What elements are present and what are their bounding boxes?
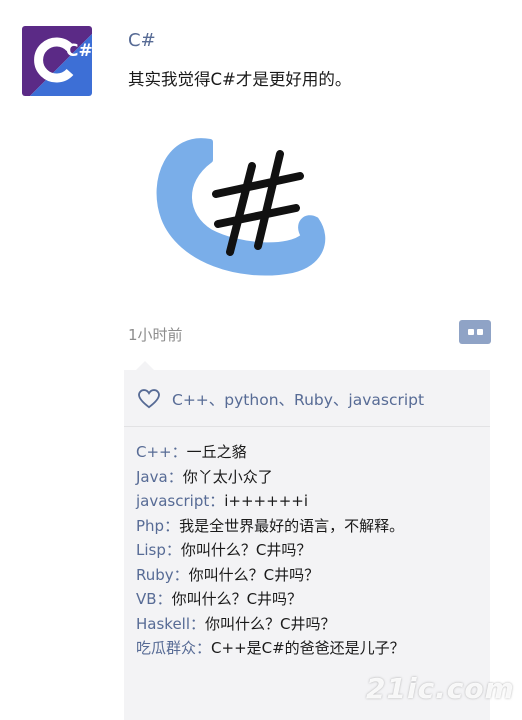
comment-item[interactable]: 吃瓜群众：C++是C#的爸爸还是儿子？ bbox=[136, 636, 482, 661]
comment-text: 你丫太小众了 bbox=[182, 467, 273, 486]
comment-text: 一丘之貉 bbox=[186, 443, 247, 461]
comment-separator: ： bbox=[167, 467, 183, 486]
comment-author[interactable]: Lisp bbox=[136, 541, 166, 559]
comment-item[interactable]: Java：你丫太小众了 bbox=[136, 465, 482, 490]
comment-text: 你叫什么？C井吗？ bbox=[180, 541, 312, 559]
comment-separator: ： bbox=[165, 541, 181, 559]
comment-text: 我是全世界最好的语言，不解释。 bbox=[179, 516, 405, 535]
comment-author[interactable]: Haskell bbox=[136, 615, 190, 633]
comment-separator: ： bbox=[173, 565, 189, 584]
comment-menu-button[interactable] bbox=[459, 320, 491, 344]
heart-icon bbox=[138, 389, 160, 409]
likes-names[interactable]: C++、python、Ruby、javascript bbox=[172, 388, 424, 410]
comment-author[interactable]: Java bbox=[136, 468, 168, 486]
comment-item[interactable]: Lisp：你叫什么？C井吗？ bbox=[136, 538, 482, 563]
comment-author[interactable]: VB bbox=[136, 590, 157, 608]
comment-text: 你叫什么？C井吗？ bbox=[171, 590, 303, 608]
comment-item[interactable]: C++：一丘之貉 bbox=[136, 440, 482, 465]
author-avatar[interactable]: C# bbox=[22, 26, 92, 96]
avatar-logo-text: C# bbox=[66, 41, 92, 61]
comment-author[interactable]: 吃瓜群众 bbox=[136, 639, 196, 657]
comment-text: i++++++i bbox=[224, 492, 308, 510]
likes-row: C++、python、Ruby、javascript bbox=[138, 388, 424, 410]
comment-item[interactable]: Haskell：你叫什么？C井吗？ bbox=[136, 612, 482, 637]
comment-author[interactable]: Php bbox=[136, 517, 164, 535]
comment-item[interactable]: javascript：i++++++i bbox=[136, 489, 482, 514]
comment-separator: ： bbox=[156, 590, 172, 608]
comment-text: 你叫什么？C井吗？ bbox=[205, 614, 336, 633]
comment-item[interactable]: Php：我是全世界最好的语言，不解释。 bbox=[136, 514, 482, 539]
comment-author[interactable]: Ruby bbox=[136, 566, 174, 584]
comment-item[interactable]: VB：你叫什么？C井吗？ bbox=[136, 587, 482, 612]
author-name[interactable]: C# bbox=[128, 30, 156, 51]
post-image[interactable] bbox=[140, 120, 340, 302]
comment-text: C++是C#的爸爸还是儿子？ bbox=[211, 639, 405, 657]
comment-separator: ： bbox=[171, 443, 187, 461]
comment-item[interactable]: Ruby：你叫什么？C井吗？ bbox=[136, 563, 482, 588]
comment-author[interactable]: javascript bbox=[136, 492, 209, 510]
comment-separator: ： bbox=[196, 639, 212, 657]
comment-separator: ： bbox=[190, 614, 206, 633]
likes-divider bbox=[124, 426, 490, 427]
site-watermark: 21ic.com bbox=[366, 672, 515, 705]
comment-separator: ： bbox=[209, 492, 225, 510]
post-timestamp: 1小时前 bbox=[128, 326, 183, 344]
comment-text: 你叫什么？C井吗？ bbox=[188, 565, 320, 584]
comment-separator: ： bbox=[164, 516, 180, 535]
likes-comments-panel: C++、python、Ruby、javascript C++：一丘之貉 Java… bbox=[124, 361, 490, 720]
comment-author[interactable]: C++ bbox=[136, 443, 172, 461]
post-text: 其实我觉得C#才是更好用的。 bbox=[128, 70, 352, 89]
comment-list: C++：一丘之貉 Java：你丫太小众了 javascript：i++++++i… bbox=[136, 440, 482, 661]
